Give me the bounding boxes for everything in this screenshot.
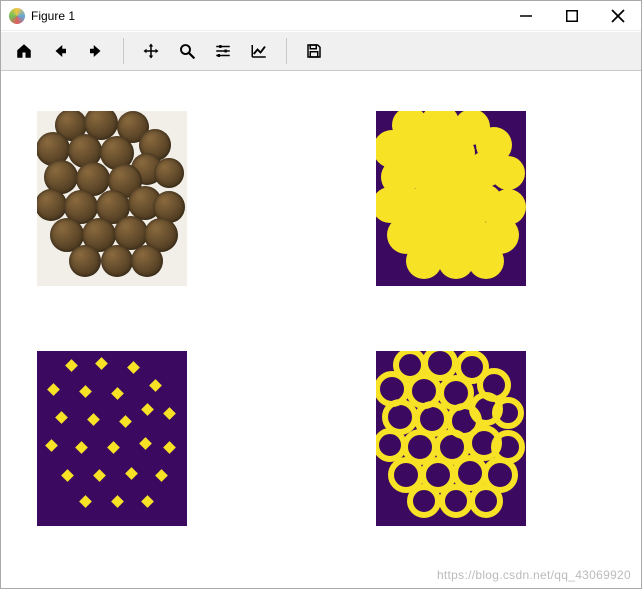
maximize-button[interactable] xyxy=(549,1,595,31)
minimize-button[interactable] xyxy=(503,1,549,31)
back-button[interactable] xyxy=(43,35,77,67)
circle-outline xyxy=(469,484,503,518)
figure-canvas[interactable]: https://blog.csdn.net/qq_43069920 xyxy=(1,71,641,588)
close-button[interactable] xyxy=(595,1,641,31)
titlebar: Figure 1 xyxy=(1,1,641,31)
circle-outline xyxy=(407,484,441,518)
marker xyxy=(163,441,176,454)
coin xyxy=(37,189,67,221)
marker xyxy=(139,437,152,450)
subplot-grid xyxy=(37,111,605,548)
marker xyxy=(127,361,140,374)
marker xyxy=(149,379,162,392)
marker xyxy=(61,469,74,482)
marker xyxy=(163,407,176,420)
subplot-top-right xyxy=(376,111,526,286)
marker xyxy=(111,387,124,400)
coin xyxy=(101,245,133,277)
configure-button[interactable] xyxy=(206,35,240,67)
circle-outline xyxy=(492,397,524,429)
home-icon xyxy=(15,42,33,60)
blob xyxy=(468,243,504,279)
toolbar xyxy=(1,31,641,71)
coin xyxy=(154,158,184,188)
watermark-text: https://blog.csdn.net/qq_43069920 xyxy=(437,568,631,582)
pan-icon xyxy=(142,42,160,60)
maximize-icon xyxy=(563,7,581,25)
marker xyxy=(107,441,120,454)
close-icon xyxy=(609,7,627,25)
zoom-button[interactable] xyxy=(170,35,204,67)
marker xyxy=(125,467,138,480)
app-icon xyxy=(9,8,25,24)
marker xyxy=(45,439,58,452)
marker xyxy=(93,469,106,482)
coin xyxy=(69,245,101,277)
marker xyxy=(95,357,108,370)
blob xyxy=(406,243,442,279)
pan-button[interactable] xyxy=(134,35,168,67)
forward-icon xyxy=(87,42,105,60)
marker xyxy=(75,441,88,454)
marker xyxy=(119,415,132,428)
marker xyxy=(141,403,154,416)
marker xyxy=(65,359,78,372)
toolbar-separator xyxy=(123,38,124,64)
marker xyxy=(79,495,92,508)
toolbar-separator xyxy=(286,38,287,64)
coin xyxy=(131,245,163,277)
marker xyxy=(79,385,92,398)
edit-button[interactable] xyxy=(242,35,276,67)
forward-button[interactable] xyxy=(79,35,113,67)
subplot-bottom-right xyxy=(376,351,526,526)
subplot-bottom-left xyxy=(37,351,187,526)
back-icon xyxy=(51,42,69,60)
save-icon xyxy=(305,42,323,60)
minimize-icon xyxy=(517,7,535,25)
save-button[interactable] xyxy=(297,35,331,67)
marker xyxy=(155,469,168,482)
marker xyxy=(47,383,60,396)
blob xyxy=(491,156,525,190)
subplot-top-left xyxy=(37,111,187,286)
home-button[interactable] xyxy=(7,35,41,67)
zoom-icon xyxy=(178,42,196,60)
sliders-icon xyxy=(214,42,232,60)
circle-outline xyxy=(439,484,473,518)
chart-line-icon xyxy=(250,42,268,60)
marker xyxy=(141,495,154,508)
window-title: Figure 1 xyxy=(31,9,75,23)
marker xyxy=(111,495,124,508)
marker xyxy=(87,413,100,426)
marker xyxy=(55,411,68,424)
